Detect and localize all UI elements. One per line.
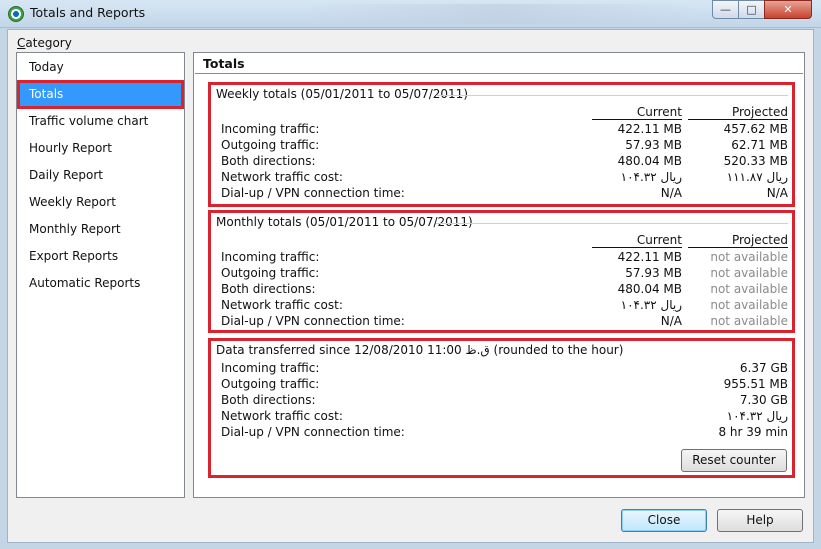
projected-value: 62.71 MB [731,138,788,152]
row-label: Both directions: [221,154,316,168]
row-label: Outgoing traffic: [221,138,320,152]
maximize-icon: □ [746,3,757,16]
category-item-export-reports[interactable]: Export Reports [19,244,182,269]
total-value: 6.37 GB [739,361,788,375]
weekly-current-header: Current [592,105,682,120]
total-value: ريال ۱۰۴.۳۲ [726,409,788,423]
monthly-totals-group: Monthly totals (05/01/2011 to 05/07/2011… [208,210,795,333]
current-value: 480.04 MB [617,154,682,168]
app-icon [8,6,24,22]
projected-value: not available [710,298,788,312]
row-label: Both directions: [221,393,316,407]
projected-value: not available [710,266,788,280]
category-label: Category [17,36,72,50]
projected-value: N/A [766,186,788,200]
category-item-totals[interactable]: Totals [17,80,184,109]
row-label: Incoming traffic: [221,250,320,264]
table-row: Outgoing traffic: 955.51 MB [221,376,788,392]
total-value: 955.51 MB [723,377,788,391]
weekly-totals-heading: Weekly totals (05/01/2011 to 05/07/2011) [216,87,468,101]
table-row: Dial-up / VPN connection time: N/A not a… [221,313,788,329]
category-label-rest: ategory [25,36,72,50]
window-title: Totals and Reports [30,5,146,20]
category-item-today[interactable]: Today [19,55,182,80]
current-value: 57.93 MB [625,138,682,152]
table-row: Outgoing traffic: 57.93 MB not available [221,265,788,281]
title-bar: Totals and Reports — □ ✕ [0,0,821,28]
close-button[interactable]: Close [621,509,707,532]
title-bar-background-glow [300,4,700,24]
total-value: 8 hr 39 min [718,425,788,439]
category-list[interactable]: Today Totals Traffic volume chart Hourly… [16,52,185,498]
reset-counter-button[interactable]: Reset counter [681,449,787,472]
category-item-monthly-report[interactable]: Monthly Report [19,217,182,242]
row-label: Network traffic cost: [221,170,343,184]
monthly-totals-heading: Monthly totals (05/01/2011 to 05/07/2011… [216,215,473,229]
table-row: Network traffic cost: ريال ۱۰۴.۳۲ ريال ۱… [221,169,788,185]
row-label: Incoming traffic: [221,361,320,375]
data-since-heading: Data transferred since 12/08/2010 11:00 … [216,343,624,357]
table-row: Both directions: 7.30 GB [221,392,788,408]
current-value: N/A [660,186,682,200]
projected-value: not available [710,314,788,328]
current-value: 57.93 MB [625,266,682,280]
projected-value: 457.62 MB [723,122,788,136]
row-label: Network traffic cost: [221,298,343,312]
close-window-button[interactable]: ✕ [764,0,812,19]
panel-title-divider [195,73,803,74]
table-row: Network traffic cost: ريال ۱۰۴.۳۲ [221,408,788,424]
maximize-button[interactable]: □ [738,0,765,19]
current-value: ريال ۱۰۴.۳۲ [620,298,682,312]
group-divider [436,95,788,96]
dialog-client-area: Category Today Totals Traffic volume cha… [7,29,814,543]
row-label: Dial-up / VPN connection time: [221,314,405,328]
minimize-button[interactable]: — [712,0,739,19]
table-row: Dial-up / VPN connection time: 8 hr 39 m… [221,424,788,440]
monthly-current-header: Current [592,233,682,248]
group-divider [436,223,788,224]
current-value: 422.11 MB [617,122,682,136]
help-button[interactable]: Help [717,509,803,532]
table-row: Network traffic cost: ريال ۱۰۴.۳۲ not av… [221,297,788,313]
category-item-automatic-reports[interactable]: Automatic Reports [19,271,182,296]
totals-panel: Totals Weekly totals (05/01/2011 to 05/0… [193,52,805,498]
current-value: 422.11 MB [617,250,682,264]
row-label: Outgoing traffic: [221,266,320,280]
row-label: Dial-up / VPN connection time: [221,186,405,200]
table-row: Incoming traffic: 422.11 MB not availabl… [221,249,788,265]
table-row: Incoming traffic: 6.37 GB [221,360,788,376]
row-label: Network traffic cost: [221,409,343,423]
data-since-group: Data transferred since 12/08/2010 11:00 … [208,338,795,478]
row-label: Both directions: [221,282,316,296]
monthly-projected-header: Projected [688,233,788,248]
row-label: Outgoing traffic: [221,377,320,391]
table-row: Both directions: 480.04 MB 520.33 MB [221,153,788,169]
row-label: Dial-up / VPN connection time: [221,425,405,439]
category-item-hourly-report[interactable]: Hourly Report [19,136,182,161]
current-value: ريال ۱۰۴.۳۲ [620,170,682,184]
table-row: Dial-up / VPN connection time: N/A N/A [221,185,788,201]
projected-value: 520.33 MB [723,154,788,168]
table-row: Incoming traffic: 422.11 MB 457.62 MB [221,121,788,137]
category-item-traffic-volume-chart[interactable]: Traffic volume chart [19,109,182,134]
weekly-projected-header: Projected [688,105,788,120]
row-label: Incoming traffic: [221,122,320,136]
category-item-weekly-report[interactable]: Weekly Report [19,190,182,215]
current-value: 480.04 MB [617,282,682,296]
projected-value: ريال ۱۱۱.۸۷ [726,170,788,184]
table-row: Both directions: 480.04 MB not available [221,281,788,297]
current-value: N/A [660,314,682,328]
panel-title: Totals [203,56,245,71]
table-row: Outgoing traffic: 57.93 MB 62.71 MB [221,137,788,153]
minimize-icon: — [720,3,731,16]
total-value: 7.30 GB [739,393,788,407]
projected-value: not available [710,250,788,264]
projected-value: not available [710,282,788,296]
category-item-daily-report[interactable]: Daily Report [19,163,182,188]
weekly-totals-group: Weekly totals (05/01/2011 to 05/07/2011)… [208,82,795,207]
close-icon: ✕ [783,3,793,16]
